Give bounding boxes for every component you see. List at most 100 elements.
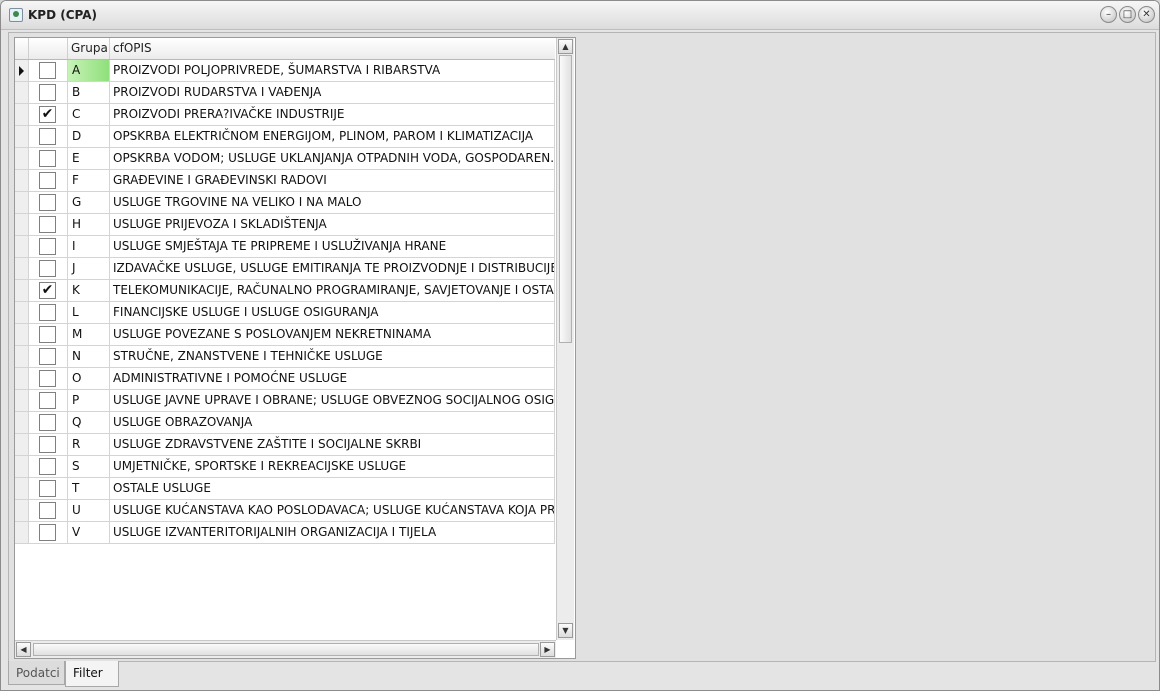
scroll-up-button[interactable]: ▲ <box>558 39 573 54</box>
grupa-cell[interactable]: N <box>68 346 110 367</box>
table-row[interactable]: P USLUGE JAVNE UPRAVE I OBRANE; USLUGE OB… <box>15 390 555 412</box>
minimize-button[interactable]: – <box>1100 6 1117 23</box>
grupa-cell[interactable]: G <box>68 192 110 213</box>
cfopis-cell[interactable]: OPSKRBA VODOM; USLUGE UKLANJANJA OTPADNI… <box>110 148 555 169</box>
row-indicator[interactable] <box>15 104 29 125</box>
row-checkbox[interactable] <box>39 370 56 387</box>
header-grupa[interactable]: Grupa <box>68 38 110 59</box>
cfopis-cell[interactable]: USLUGE POVEZANE S POSLOVANJEM NEKRETNINA… <box>110 324 555 345</box>
row-checkbox[interactable] <box>39 128 56 145</box>
row-indicator[interactable] <box>15 500 29 521</box>
row-indicator[interactable] <box>15 324 29 345</box>
grupa-cell[interactable]: C <box>68 104 110 125</box>
row-indicator[interactable] <box>15 478 29 499</box>
grupa-cell[interactable]: B <box>68 82 110 103</box>
scroll-right-button[interactable]: ▶ <box>540 642 555 657</box>
cfopis-cell[interactable]: GRAĐEVINE I GRAĐEVINSKI RADOVI <box>110 170 555 191</box>
cfopis-cell[interactable]: OPSKRBA ELEKTRIČNOM ENERGIJOM, PLINOM, P… <box>110 126 555 147</box>
grupa-cell[interactable]: R <box>68 434 110 455</box>
table-row[interactable]: J IZDAVAČKE USLUGE, USLUGE EMITIRANJA TE … <box>15 258 555 280</box>
table-row[interactable]: G USLUGE TRGOVINE NA VELIKO I NA MALO <box>15 192 555 214</box>
table-row[interactable]: T OSTALE USLUGE <box>15 478 555 500</box>
vertical-scrollbar[interactable]: ▲ ▼ <box>556 38 574 640</box>
cfopis-cell[interactable]: UMJETNIČKE, SPORTSKE I REKREACIJSKE USLU… <box>110 456 555 477</box>
row-checkbox[interactable] <box>39 172 56 189</box>
row-checkbox[interactable] <box>39 480 56 497</box>
table-row[interactable]: O ADMINISTRATIVNE I POMOĆNE USLUGE <box>15 368 555 390</box>
cfopis-cell[interactable]: STRUČNE, ZNANSTVENE I TEHNIČKE USLUGE <box>110 346 555 367</box>
row-checkbox[interactable] <box>39 260 56 277</box>
table-row[interactable]: Q USLUGE OBRAZOVANJA <box>15 412 555 434</box>
cfopis-cell[interactable]: USLUGE IZVANTERITORIJALNIH ORGANIZACIJA … <box>110 522 555 543</box>
cfopis-cell[interactable]: USLUGE ZDRAVSTVENE ZAŠTITE I SOCIJALNE S… <box>110 434 555 455</box>
grupa-cell[interactable]: P <box>68 390 110 411</box>
table-row[interactable]: A PROIZVODI POLJOPRIVREDE, ŠUMARSTVA I RI… <box>15 60 555 82</box>
row-indicator[interactable] <box>15 126 29 147</box>
table-row[interactable]: M USLUGE POVEZANE S POSLOVANJEM NEKRETNIN… <box>15 324 555 346</box>
table-row[interactable]: U USLUGE KUĆANSTAVA KAO POSLODAVACA; USLU… <box>15 500 555 522</box>
row-indicator[interactable] <box>15 148 29 169</box>
row-checkbox[interactable] <box>39 194 56 211</box>
grupa-cell[interactable]: U <box>68 500 110 521</box>
table-row[interactable]: S UMJETNIČKE, SPORTSKE I REKREACIJSKE USL… <box>15 456 555 478</box>
row-indicator[interactable] <box>15 434 29 455</box>
row-checkbox[interactable] <box>39 436 56 453</box>
row-indicator[interactable] <box>15 280 29 301</box>
row-indicator[interactable] <box>15 390 29 411</box>
cfopis-cell[interactable]: PROIZVODI POLJOPRIVREDE, ŠUMARSTVA I RIB… <box>110 60 555 81</box>
cfopis-cell[interactable]: USLUGE JAVNE UPRAVE I OBRANE; USLUGE OBV… <box>110 390 555 411</box>
row-indicator[interactable] <box>15 82 29 103</box>
row-checkbox[interactable] <box>39 62 56 79</box>
table-row[interactable]: R USLUGE ZDRAVSTVENE ZAŠTITE I SOCIJALNE … <box>15 434 555 456</box>
row-indicator[interactable] <box>15 236 29 257</box>
table-row[interactable]: E OPSKRBA VODOM; USLUGE UKLANJANJA OTPADN… <box>15 148 555 170</box>
cfopis-cell[interactable]: USLUGE OBRAZOVANJA <box>110 412 555 433</box>
header-cfopis[interactable]: cfOPIS <box>110 38 555 59</box>
row-checkbox[interactable]: ✔ <box>39 282 56 299</box>
row-checkbox[interactable] <box>39 502 56 519</box>
cfopis-cell[interactable]: USLUGE PRIJEVOZA I SKLADIŠTENJA <box>110 214 555 235</box>
grupa-cell[interactable]: I <box>68 236 110 257</box>
grupa-cell[interactable]: Q <box>68 412 110 433</box>
table-row[interactable]: V USLUGE IZVANTERITORIJALNIH ORGANIZACIJA… <box>15 522 555 544</box>
grupa-cell[interactable]: M <box>68 324 110 345</box>
cfopis-cell[interactable]: PROIZVODI RUDARSTVA I VAĐENJA <box>110 82 555 103</box>
grupa-cell[interactable]: O <box>68 368 110 389</box>
row-checkbox[interactable] <box>39 392 56 409</box>
cfopis-cell[interactable]: FINANCIJSKE USLUGE I USLUGE OSIGURANJA <box>110 302 555 323</box>
scroll-down-button[interactable]: ▼ <box>558 623 573 638</box>
close-button[interactable]: ✕ <box>1138 6 1155 23</box>
grupa-cell[interactable]: H <box>68 214 110 235</box>
row-checkbox[interactable] <box>39 238 56 255</box>
table-row[interactable]: B PROIZVODI RUDARSTVA I VAĐENJA <box>15 82 555 104</box>
table-row[interactable]: H USLUGE PRIJEVOZA I SKLADIŠTENJA <box>15 214 555 236</box>
row-checkbox[interactable] <box>39 524 56 541</box>
grupa-cell[interactable]: F <box>68 170 110 191</box>
table-row[interactable]: ✔ C PROIZVODI PRERA?IVAČKE INDUSTRIJE <box>15 104 555 126</box>
table-row[interactable]: I USLUGE SMJEŠTAJA TE PRIPREME I USLUŽIVA… <box>15 236 555 258</box>
table-row[interactable]: L FINANCIJSKE USLUGE I USLUGE OSIGURANJA <box>15 302 555 324</box>
horizontal-scrollbar[interactable]: ◀ ▶ <box>15 640 556 658</box>
grupa-cell[interactable]: V <box>68 522 110 543</box>
row-checkbox[interactable] <box>39 216 56 233</box>
vertical-scroll-thumb[interactable] <box>559 55 572 343</box>
row-checkbox[interactable] <box>39 326 56 343</box>
row-indicator[interactable] <box>15 346 29 367</box>
row-checkbox[interactable] <box>39 414 56 431</box>
row-checkbox[interactable] <box>39 348 56 365</box>
row-indicator[interactable] <box>15 412 29 433</box>
row-indicator[interactable] <box>15 60 29 81</box>
grupa-cell[interactable]: E <box>68 148 110 169</box>
row-indicator[interactable] <box>15 368 29 389</box>
row-indicator[interactable] <box>15 192 29 213</box>
cfopis-cell[interactable]: IZDAVAČKE USLUGE, USLUGE EMITIRANJA TE P… <box>110 258 555 279</box>
row-indicator[interactable] <box>15 170 29 191</box>
grupa-cell[interactable]: K <box>68 280 110 301</box>
row-checkbox[interactable] <box>39 458 56 475</box>
tab-filter[interactable]: Filter <box>65 661 119 687</box>
row-checkbox[interactable]: ✔ <box>39 106 56 123</box>
tab-podatci[interactable]: Podatci <box>8 661 65 685</box>
grupa-cell[interactable]: T <box>68 478 110 499</box>
row-indicator[interactable] <box>15 214 29 235</box>
scroll-left-button[interactable]: ◀ <box>16 642 31 657</box>
